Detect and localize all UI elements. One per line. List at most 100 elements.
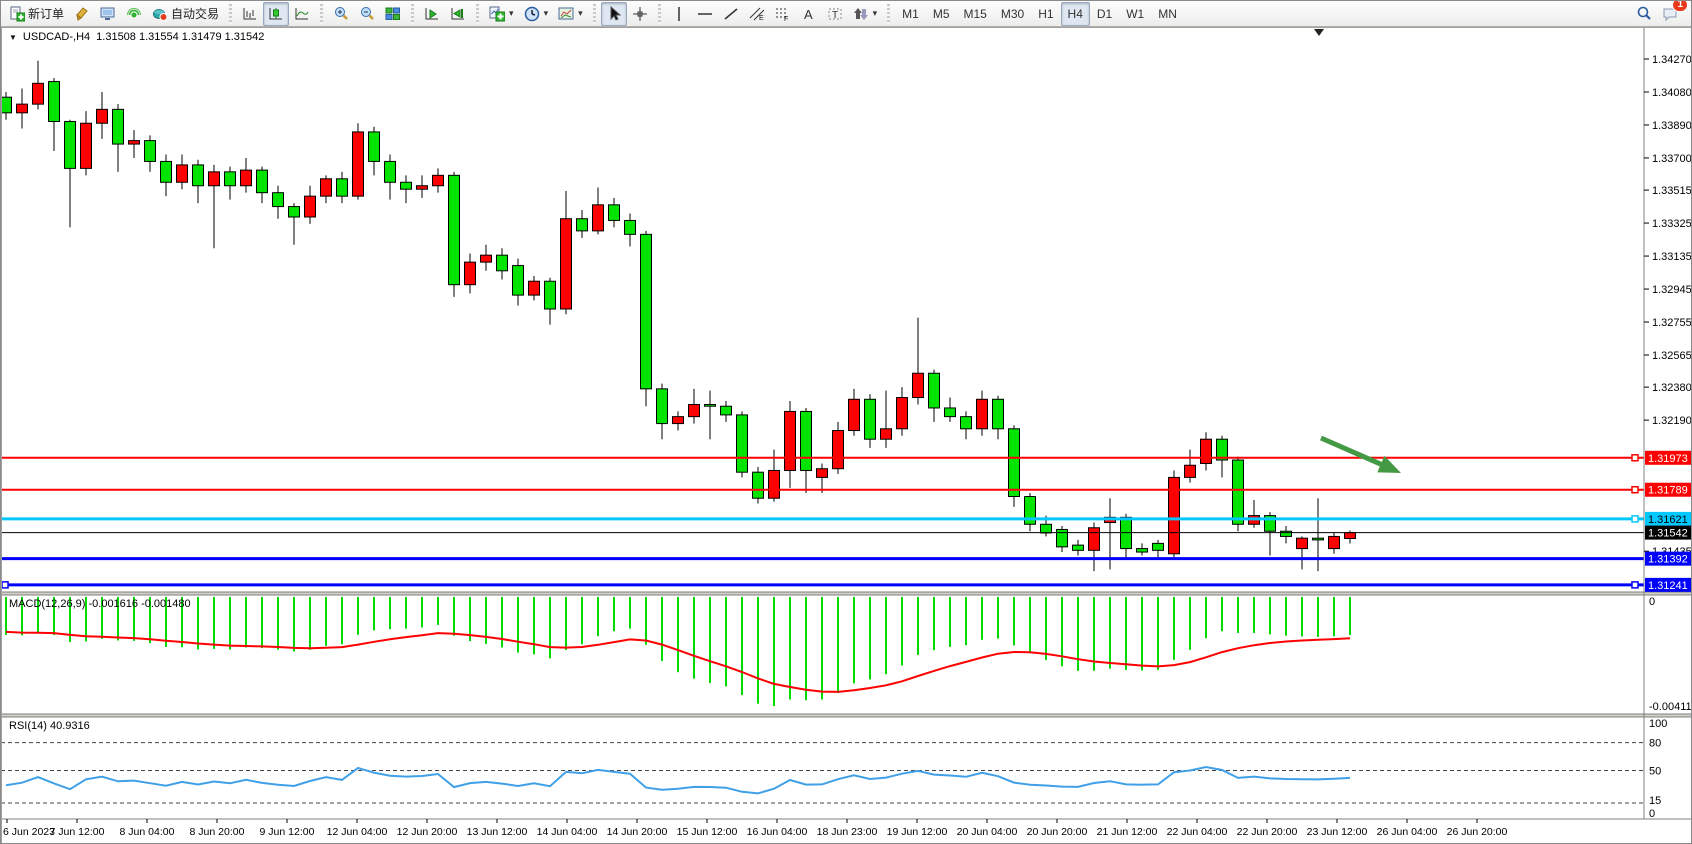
price-tag-label: 1.31241 — [1648, 580, 1688, 592]
channel-button[interactable]: E — [744, 2, 770, 26]
time-axis-label: 12 Jun 04:00 — [327, 826, 388, 838]
price-tick-label: 1.33515 — [1652, 185, 1692, 197]
text-button[interactable]: A — [796, 2, 822, 26]
candle-body — [1057, 529, 1068, 546]
candle-body — [1185, 465, 1196, 477]
styler-button[interactable] — [69, 2, 95, 26]
candle-body — [945, 408, 956, 417]
candle-chart-button[interactable] — [263, 2, 289, 26]
candle-body — [833, 431, 844, 469]
time-axis-label: 19 Jun 12:00 — [887, 826, 948, 838]
crosshair-button[interactable] — [627, 2, 653, 26]
bar-chart-button[interactable] — [237, 2, 263, 26]
candle-body — [305, 196, 316, 217]
candle-body — [913, 373, 924, 397]
svg-text:F: F — [784, 16, 788, 22]
timeframe-m30-button[interactable]: M30 — [994, 2, 1031, 26]
fibonacci-icon: F — [775, 6, 791, 22]
templates-button[interactable]: ▾ — [553, 2, 588, 26]
indicators-button[interactable]: ▾ — [484, 2, 519, 26]
toolbar-separator — [593, 4, 596, 24]
svg-text:T: T — [832, 10, 838, 21]
time-axis-label: 8 Jun 04:00 — [120, 826, 175, 838]
chart-canvas[interactable]: 10080501501.342701.340801.338901.337001.… — [1, 1, 1692, 844]
timeframe-m5-button[interactable]: M5 — [926, 2, 957, 26]
timeframe-h1-button[interactable]: H1 — [1031, 2, 1060, 26]
timeframe-w1-button[interactable]: W1 — [1119, 2, 1151, 26]
periods-button[interactable]: ▾ — [519, 2, 554, 26]
macd-axis-bottom: -0.004113 — [1649, 701, 1692, 713]
resistance-line-2-anchor[interactable] — [1632, 487, 1638, 493]
trading-terminal-window: 新订单自动交易▾▾▾EFAT▾M1M5M15M30H1H4D1W1MN1 100… — [0, 0, 1692, 844]
trendline-button[interactable] — [718, 2, 744, 26]
candle-body — [625, 220, 636, 234]
support-line-blue-2-anchor[interactable] — [1632, 582, 1638, 588]
channel-icon: E — [749, 6, 765, 22]
hline-button[interactable] — [692, 2, 718, 26]
vline-icon — [671, 6, 687, 22]
resistance-line-1-anchor[interactable] — [1632, 455, 1638, 461]
chart-background[interactable] — [1, 27, 1692, 844]
timeframe-mn-button[interactable]: MN — [1151, 2, 1184, 26]
notification-badge: 1 — [1672, 0, 1688, 12]
support-line-blue-2-anchor[interactable] — [2, 582, 8, 588]
candle-body — [849, 399, 860, 430]
candle-body — [609, 205, 620, 221]
candle-body — [417, 186, 428, 189]
candle-body — [97, 109, 108, 123]
search-button[interactable] — [1631, 2, 1657, 26]
candle-body — [593, 205, 604, 231]
ohlc-values: 1.31508 1.31554 1.31479 1.31542 — [96, 31, 264, 43]
cursor-icon — [606, 6, 622, 22]
signal-button[interactable] — [121, 2, 147, 26]
candle-body — [1281, 531, 1292, 536]
candle-body — [897, 398, 908, 429]
market-watch-button[interactable] — [95, 2, 121, 26]
cursor-button[interactable] — [601, 2, 627, 26]
auto-scroll-button[interactable] — [419, 2, 445, 26]
price-tick-label: 1.33135 — [1652, 251, 1692, 263]
candle-body — [353, 132, 364, 196]
candle-body — [561, 219, 572, 309]
timeframe-m15-button[interactable]: M15 — [957, 2, 994, 26]
notifications-button[interactable]: 1 — [1657, 2, 1683, 26]
candle-body — [1, 97, 12, 113]
timeframe-d1-button[interactable]: D1 — [1090, 2, 1119, 26]
toolbar-separator — [320, 4, 323, 24]
candle-body — [81, 123, 92, 168]
collapse-panel-icon[interactable]: ▼ — [9, 33, 17, 42]
price-tag-label: 1.31392 — [1648, 554, 1688, 566]
time-axis-label: 22 Jun 20:00 — [1237, 826, 1298, 838]
zoom-out-button[interactable] — [354, 2, 380, 26]
candle-body — [225, 172, 236, 186]
time-axis-label: 21 Jun 12:00 — [1097, 826, 1158, 838]
arrows-button[interactable]: ▾ — [848, 2, 883, 26]
candle-body — [961, 417, 972, 429]
vline-button[interactable] — [666, 2, 692, 26]
chart-shift-icon — [450, 6, 466, 22]
line-chart-button[interactable] — [289, 2, 315, 26]
timeframe-m1-button[interactable]: M1 — [895, 2, 926, 26]
candle-body — [113, 109, 124, 144]
candle-body — [129, 141, 140, 144]
chart-shift-button[interactable] — [445, 2, 471, 26]
chart-candles-icon — [268, 6, 284, 22]
support-line-cyan-anchor[interactable] — [1632, 516, 1638, 522]
rsi-axis-label: 100 — [1649, 718, 1667, 730]
price-tick-label: 1.32565 — [1652, 350, 1692, 362]
candle-body — [1041, 524, 1052, 533]
zoom-in-button[interactable] — [328, 2, 354, 26]
candle-body — [449, 175, 460, 284]
time-axis-label: 6 Jun 2023 — [3, 826, 55, 838]
autotrading-button[interactable]: 自动交易 — [147, 2, 224, 26]
price-tick-label: 1.33325 — [1652, 218, 1692, 230]
timeframe-h4-button[interactable]: H4 — [1061, 2, 1090, 26]
time-axis-label: 9 Jun 12:00 — [260, 826, 315, 838]
label-button[interactable]: T — [822, 2, 848, 26]
fibonacci-button[interactable]: F — [770, 2, 796, 26]
candle-body — [321, 179, 332, 196]
new-order-button[interactable]: 新订单 — [4, 2, 69, 26]
tile-windows-button[interactable] — [380, 2, 406, 26]
toolbar-separator — [229, 4, 232, 24]
candle-body — [881, 429, 892, 439]
